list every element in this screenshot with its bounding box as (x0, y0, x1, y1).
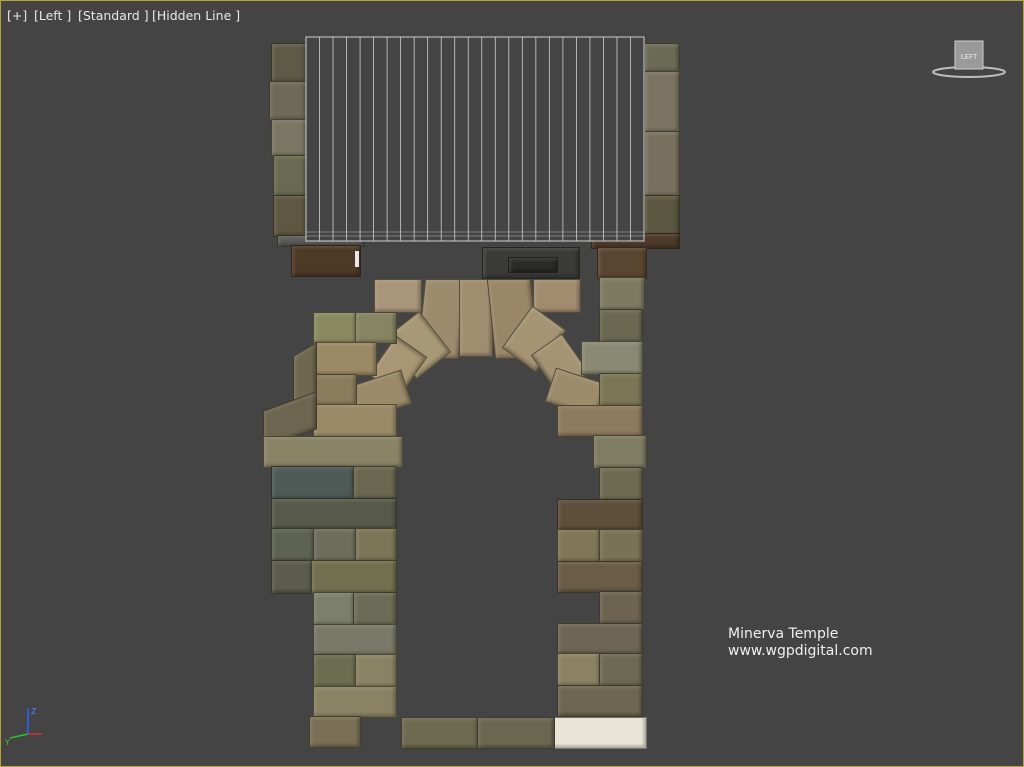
stone-block (355, 312, 397, 344)
axis-tripod-icon: Z Y (4, 707, 42, 746)
stone-block (599, 653, 643, 687)
stone-block (291, 245, 361, 277)
stone-block (311, 560, 397, 594)
stone-block (477, 717, 555, 749)
credit-text: Minerva Temple www.wgpdigital.com (728, 626, 873, 660)
wireframe-mesh[interactable] (305, 36, 645, 242)
stone-block (313, 624, 397, 656)
stone-block (557, 405, 643, 437)
stone-block (355, 654, 397, 688)
stone-block (581, 341, 643, 375)
stone-block (593, 435, 647, 469)
stone-block (599, 277, 645, 311)
stone-block (271, 466, 355, 500)
stone-block (597, 247, 647, 279)
stone-block (557, 561, 643, 593)
stone-block (557, 685, 643, 717)
viewport-left[interactable]: [+] [Left ] [Standard ] [Hidden Line ] L… (0, 0, 1024, 767)
stone-block (599, 529, 643, 563)
stone-block (644, 71, 680, 133)
viewport-menu-label[interactable]: [+] (7, 8, 27, 23)
stone-block (508, 257, 558, 273)
viewport-shading-label[interactable]: [Standard ] (78, 8, 149, 23)
stone-block (271, 119, 307, 157)
viewport-point-of-view-label[interactable]: [Left ] (34, 8, 71, 23)
stone-block (271, 528, 315, 562)
stone-block (599, 467, 643, 501)
stone-block (313, 312, 357, 344)
stone-block (557, 499, 643, 531)
stone-block (401, 717, 479, 749)
stone-block (313, 592, 355, 626)
stone-marker (355, 251, 359, 267)
stone-block (313, 528, 357, 562)
viewport-display-mode-label[interactable]: [Hidden Line ] (152, 8, 240, 23)
stone-block (263, 436, 403, 468)
stone-block (353, 466, 397, 500)
stone-block (271, 43, 307, 83)
stone-block (273, 155, 307, 197)
stone-block (271, 498, 397, 530)
stone-block (553, 717, 647, 749)
viewcube-face-label: LEFT (961, 53, 978, 61)
stone-block (313, 686, 397, 718)
axis-z-label: Z (31, 707, 37, 716)
stone-block (353, 592, 397, 626)
stone-block (557, 623, 643, 655)
credit-url: www.wgpdigital.com (728, 643, 873, 659)
stone-block (269, 81, 307, 121)
stone-block (533, 279, 581, 313)
credit-title: Minerva Temple (728, 626, 839, 642)
viewcube-icon[interactable]: LEFT (931, 39, 1007, 79)
stone-block (271, 560, 313, 594)
stone-block (599, 309, 643, 343)
stone-block (557, 529, 601, 563)
stone-block (557, 653, 601, 687)
stone-block (599, 373, 643, 407)
stone-block (313, 404, 397, 438)
stone-block (273, 195, 307, 237)
stone-block (309, 716, 361, 748)
stone-block (374, 279, 422, 313)
stone-block (313, 342, 377, 376)
stone-block (644, 195, 680, 237)
stone-block (599, 591, 643, 625)
stone-block (313, 654, 357, 688)
stone-block (644, 43, 680, 73)
stone-block (313, 374, 357, 406)
stone-block (355, 528, 397, 562)
axis-y-label: Y (4, 738, 10, 746)
stone-block (644, 131, 680, 197)
